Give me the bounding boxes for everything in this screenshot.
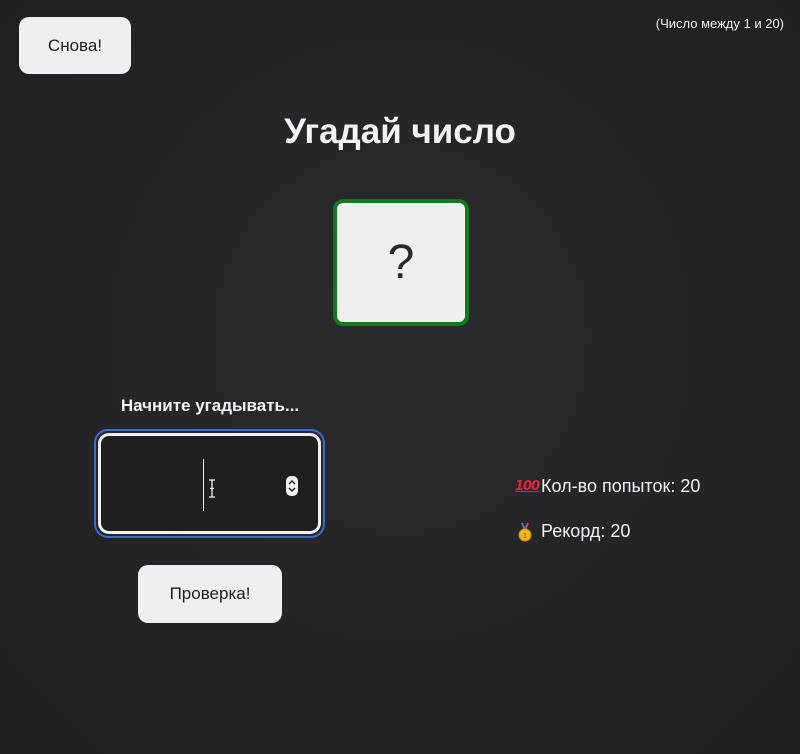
attempts-stat: 100 Кол-во попыток: 20 [515, 476, 700, 497]
check-button[interactable]: Проверка! [138, 565, 282, 623]
gold-medal-icon: 1 [518, 522, 532, 541]
svg-text:1: 1 [523, 532, 527, 540]
record-stat: 1 Рекорд: 20 [515, 521, 630, 542]
ibeam-cursor-icon [209, 479, 215, 498]
record-label: Рекорд: 20 [541, 521, 631, 541]
guess-input-focus-ring [94, 429, 325, 538]
attempts-label: Кол-во попыток: 20 [541, 476, 701, 496]
again-button[interactable]: Снова! [19, 17, 131, 74]
number-stepper[interactable] [286, 476, 298, 496]
text-caret [203, 459, 204, 511]
hundred-points-icon: 100 [515, 479, 540, 494]
page-title: Угадай число [284, 112, 516, 151]
secret-number-box: ? [333, 199, 469, 326]
guess-prompt: Начните угадывать... [120, 396, 300, 415]
range-hint: (Число между 1 и 20) [655, 16, 784, 31]
guess-input[interactable] [98, 433, 321, 534]
stepper-arrows-icon [288, 480, 296, 492]
